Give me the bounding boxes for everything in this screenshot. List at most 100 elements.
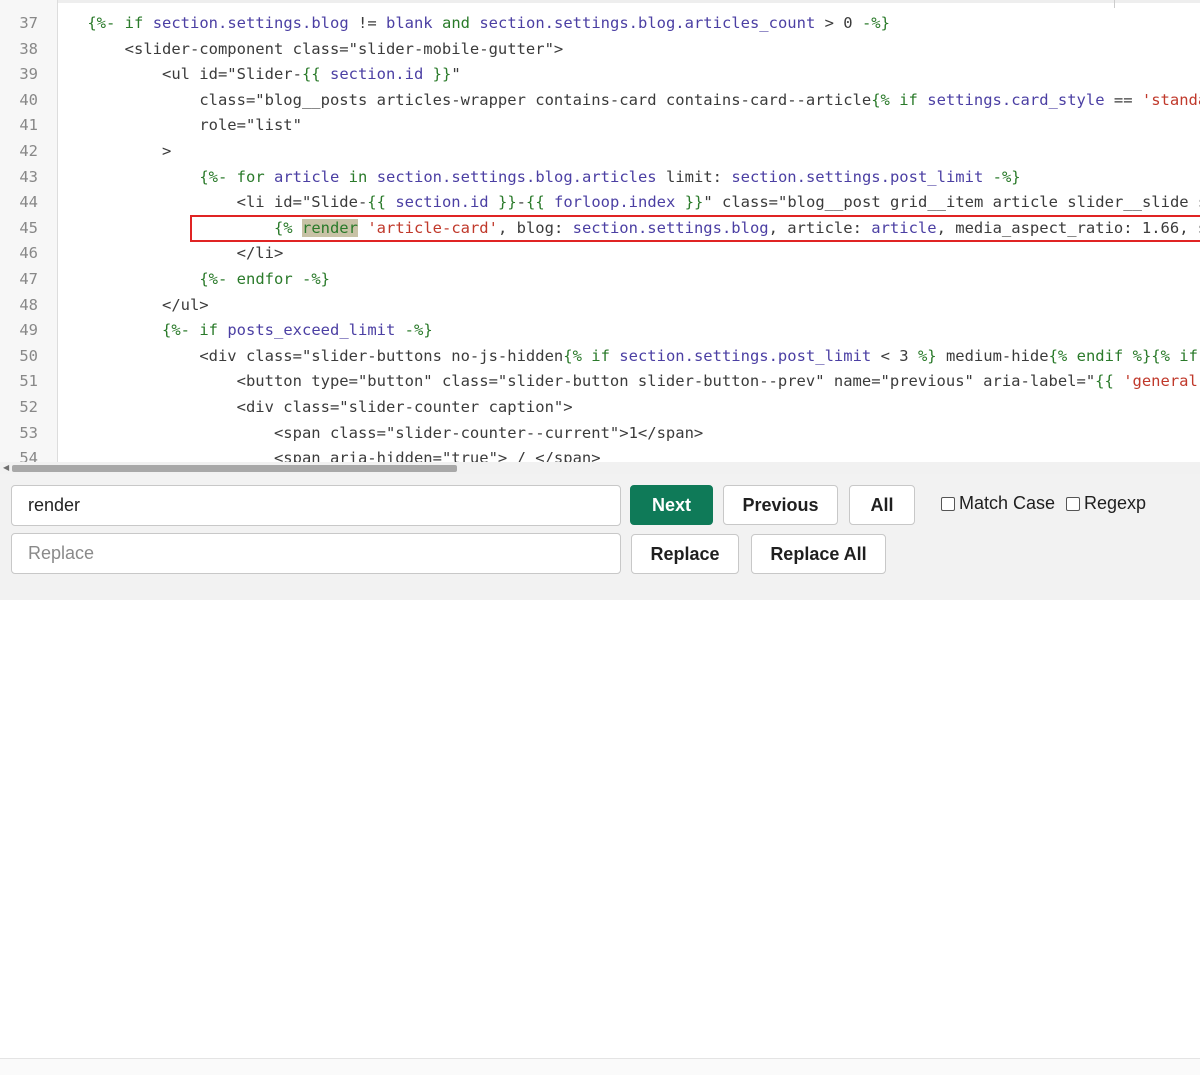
- code-line[interactable]: 37 {%- if section.settings.blog != blank…: [0, 11, 1200, 37]
- code-line[interactable]: 39 <ul id="Slider-{{ section.id }}": [0, 62, 1200, 88]
- code-line[interactable]: 50 <div class="slider-buttons no-js-hidd…: [0, 344, 1200, 370]
- code-token: " class="blog__post grid__item article s…: [703, 193, 1200, 212]
- code-line[interactable]: 49 {%- if posts_exceed_limit -%}: [0, 318, 1200, 344]
- line-number: 38: [19, 39, 38, 58]
- code-line[interactable]: 46 </li>: [0, 241, 1200, 267]
- code-text: class="blog__posts articles-wrapper cont…: [50, 88, 1200, 114]
- code-line[interactable]: 47 {%- endfor -%}: [0, 267, 1200, 293]
- code-line[interactable]: 38 <slider-component class="slider-mobil…: [0, 37, 1200, 63]
- line-number: 40: [19, 90, 38, 109]
- code-token: {%: [563, 346, 582, 365]
- line-number: 47: [19, 270, 38, 288]
- code-token: if: [591, 346, 610, 365]
- scroll-left-icon[interactable]: ◀: [3, 464, 9, 472]
- code-text: <button type="button" class="slider-butt…: [50, 369, 1200, 395]
- code-token: -%}: [992, 167, 1021, 186]
- code-text: {%- if posts_exceed_limit -%}: [50, 318, 433, 344]
- replace-button[interactable]: Replace: [631, 534, 739, 574]
- code-token: posts_exceed_limit: [227, 321, 396, 340]
- line-number: 51: [19, 372, 38, 391]
- line-number: 49: [19, 321, 38, 340]
- code-token: medium-hide: [936, 346, 1049, 365]
- code-token: <div class="slider-buttons no-js-hidden: [199, 346, 564, 365]
- code-line[interactable]: 41 role="list": [0, 113, 1200, 139]
- scrollbar-thumb[interactable]: [12, 465, 457, 472]
- current-match-outline: [190, 215, 1200, 242]
- code-text: role="list": [50, 113, 302, 139]
- code-token: {{: [301, 65, 321, 84]
- code-token: article: [274, 167, 340, 186]
- code-token: }}: [432, 65, 452, 84]
- code-token: -: [516, 193, 526, 212]
- code-token: section.settings.blog.articles_count: [479, 14, 816, 32]
- code-text: <ul id="Slider-{{ section.id }}": [50, 62, 461, 88]
- regexp-label: Regexp: [1084, 493, 1147, 513]
- code-line[interactable]: 44 <li id="Slide-{{ section.id }}-{{ for…: [0, 190, 1200, 216]
- code-line[interactable]: 43 {%- for article in section.settings.b…: [0, 165, 1200, 191]
- code-token: ": [451, 65, 461, 84]
- line-number: 46: [19, 244, 38, 263]
- code-token: if: [124, 14, 144, 32]
- next-button[interactable]: Next: [630, 485, 713, 525]
- regexp-check-box[interactable]: [1066, 496, 1080, 511]
- code-line[interactable]: 51 <button type="button" class="slider-b…: [0, 369, 1200, 395]
- line-number: 42: [19, 142, 38, 160]
- previous-button[interactable]: Previous: [723, 485, 838, 525]
- code-line[interactable]: 52 <div class="slider-counter caption">: [0, 395, 1200, 421]
- code-line[interactable]: 42 >: [0, 139, 1200, 165]
- match-case-checkbox[interactable]: Match Case: [941, 493, 1055, 514]
- line-number: 41: [19, 116, 38, 135]
- match-case-check-box[interactable]: [941, 496, 955, 511]
- code-token: section.id: [329, 65, 424, 84]
- replace-input[interactable]: [11, 533, 621, 574]
- code-token: %}: [917, 346, 937, 365]
- code-line[interactable]: 48 </ul>: [0, 293, 1200, 319]
- code-token: endif: [1076, 346, 1124, 365]
- find-input[interactable]: [11, 485, 621, 526]
- code-line[interactable]: 40 class="blog__posts articles-wrapper c…: [0, 88, 1200, 114]
- code-token: settings.card_style: [927, 90, 1105, 109]
- code-token: <slider-component class="slider-mobile-g…: [124, 39, 564, 58]
- code-token: in: [348, 167, 368, 186]
- find-replace-controls: Next Previous All Replace Replace All Ma…: [0, 474, 1200, 584]
- code-text: <div class="slider-counter caption">: [50, 395, 573, 421]
- all-button[interactable]: All: [849, 485, 915, 525]
- code-token: endfor: [236, 270, 293, 288]
- code-token: if: [899, 90, 918, 109]
- horizontal-scrollbar[interactable]: ◀: [0, 462, 1200, 474]
- code-token: blank: [385, 14, 433, 32]
- code-token: {%: [871, 90, 890, 109]
- code-line[interactable]: 53 <span class="slider-counter--current"…: [0, 421, 1200, 447]
- code-text: >: [50, 139, 171, 165]
- code-text: {%- endfor -%}: [50, 267, 330, 293]
- replace-all-button[interactable]: Replace All: [751, 534, 886, 574]
- code-token: for: [236, 167, 265, 186]
- code-editor[interactable]: 37 {%- if section.settings.blog != blank…: [0, 0, 1200, 474]
- code-token: {%-: [199, 167, 228, 186]
- code-token: -%}: [404, 321, 433, 340]
- code-token: {{: [367, 193, 386, 212]
- regexp-checkbox[interactable]: Regexp: [1066, 493, 1146, 514]
- code-token: {%-: [161, 321, 190, 340]
- code-token: </ul>: [161, 295, 209, 314]
- line-number: 48: [19, 295, 38, 314]
- code-token: section.settings.post_limit: [619, 346, 872, 365]
- code-token: and: [442, 14, 470, 32]
- code-token: }}: [497, 193, 517, 212]
